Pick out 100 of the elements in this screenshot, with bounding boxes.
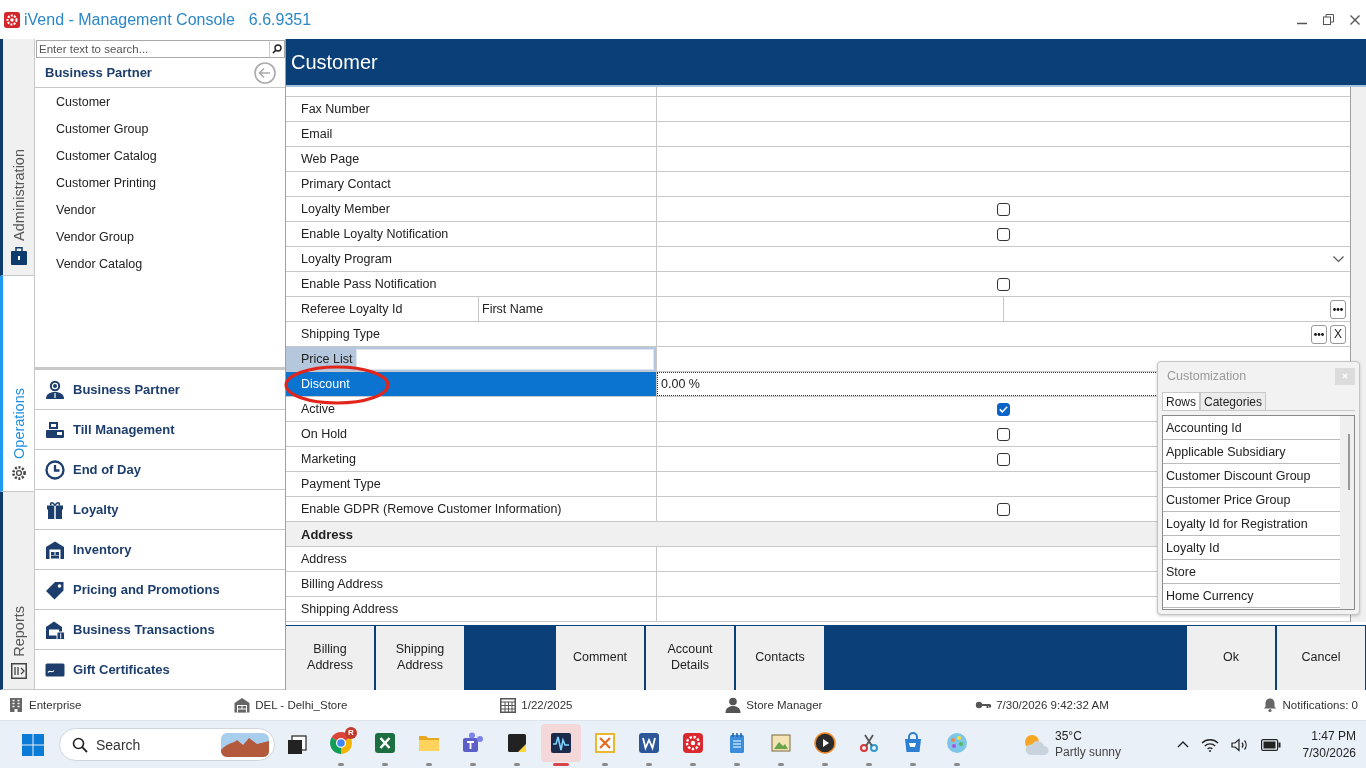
play-icon — [813, 730, 837, 755]
checkbox[interactable] — [997, 402, 1010, 416]
action-button[interactable]: Shipping Address — [376, 626, 464, 690]
label-cell[interactable]: Discount — [286, 372, 657, 396]
label-cell[interactable]: Address — [286, 547, 657, 571]
clear-button[interactable]: X — [1330, 324, 1346, 344]
side-tab[interactable]: Administration — [0, 39, 35, 276]
label-cell[interactable]: Referee Loyalty Id First Name — [286, 297, 657, 321]
start-icon[interactable] — [22, 733, 44, 756]
gear-icon — [4, 11, 20, 28]
action-button[interactable]: Ok — [1187, 626, 1275, 690]
person-icon — [725, 697, 742, 713]
scrollbar-thumb[interactable] — [1348, 434, 1350, 490]
label-cell[interactable]: Shipping Type — [286, 322, 657, 346]
tools-icon — [593, 730, 617, 755]
label-cell[interactable]: Enable Pass Notification — [286, 272, 657, 296]
side-tab[interactable]: Reports — [0, 492, 35, 690]
field-label: Price List — [301, 352, 353, 366]
status-text: DEL - Delhi_Store — [255, 699, 348, 711]
label-cell[interactable]: Billing Address — [286, 572, 657, 596]
label-cell[interactable]: Email — [286, 122, 657, 146]
checkbox[interactable] — [997, 277, 1010, 291]
battery-icon[interactable] — [1260, 738, 1281, 751]
palette-icon — [945, 730, 969, 755]
label-cell[interactable]: Primary Contact — [286, 172, 657, 196]
clock-time[interactable]: 1:47 PM — [1311, 727, 1356, 745]
menu-item[interactable]: Vendor — [35, 196, 96, 223]
checkbox[interactable] — [997, 452, 1010, 466]
search-button[interactable] — [269, 40, 285, 58]
field-label: Marketing — [301, 452, 356, 466]
calendar-icon — [500, 697, 517, 713]
more-button[interactable] — [1311, 324, 1327, 344]
menu-item[interactable]: Vendor Group — [35, 223, 134, 250]
restore-icon[interactable] — [1323, 14, 1334, 25]
label-cell[interactable]: Payment Type — [286, 472, 657, 496]
weather-condition: Partly sunny — [1055, 744, 1122, 761]
taskbar-button[interactable]: R — [321, 723, 361, 762]
field-label: Primary Contact — [301, 177, 391, 191]
side-tab[interactable]: Operations — [0, 276, 35, 492]
action-button[interactable]: Billing Address — [286, 626, 374, 690]
taskbar-button[interactable] — [541, 723, 581, 762]
label-cell[interactable]: Marketing — [286, 447, 657, 471]
close-icon[interactable] — [1350, 14, 1360, 25]
action-button[interactable]: Cancel — [1277, 626, 1365, 690]
checkbox[interactable] — [997, 202, 1010, 216]
field-label: Enable GDPR (Remove Customer Information) — [301, 502, 562, 516]
field-label: Email — [301, 127, 333, 141]
status-text: Notifications: 0 — [1282, 699, 1358, 711]
label-cell[interactable]: Shipping Address — [286, 597, 657, 621]
search-icon — [272, 44, 282, 54]
label-cell[interactable]: Enable Loyalty Notification — [286, 222, 657, 246]
ellipsis-icon — [1333, 307, 1343, 311]
search-bar[interactable]: Search — [59, 728, 275, 761]
wifi-icon[interactable] — [1200, 737, 1219, 752]
field-label: Shipping Address — [301, 602, 399, 616]
action-button[interactable]: Contacts — [736, 626, 824, 690]
chevron-up-icon[interactable] — [1176, 741, 1189, 748]
page-title: Customer — [291, 50, 378, 74]
label-cell[interactable]: On Hold — [286, 422, 657, 446]
gift-icon — [45, 499, 65, 520]
task-view-icon[interactable] — [286, 733, 308, 756]
label-cell[interactable]: Loyalty Program — [286, 247, 657, 271]
checkbox[interactable] — [997, 227, 1010, 241]
window-title: iVend - Management Console — [24, 10, 235, 29]
field-label: Payment Type — [301, 477, 381, 491]
clock-date[interactable]: 7/30/2026 — [1302, 744, 1356, 762]
ellipsis-icon — [1314, 332, 1324, 336]
chevron-down-icon[interactable] — [1333, 255, 1344, 263]
label-cell[interactable]: Price List — [286, 347, 657, 371]
menu-item[interactable]: Customer — [35, 88, 111, 115]
menu-item[interactable]: Customer Group — [35, 115, 149, 142]
bell-icon — [1261, 697, 1278, 713]
search-field[interactable]: Enter text to search... — [36, 40, 269, 58]
checkbox[interactable] — [997, 427, 1010, 441]
input-field[interactable] — [356, 349, 654, 370]
label-cell[interactable]: Loyalty Member — [286, 197, 657, 221]
tab[interactable]: Rows — [1162, 392, 1200, 410]
search-field[interactable]: Search — [96, 736, 213, 753]
lookup-field[interactable]: X — [657, 322, 1350, 346]
action-button[interactable]: Comment — [556, 626, 644, 690]
building-icon — [45, 619, 65, 640]
label-cell[interactable]: Enable GDPR (Remove Customer Information) — [286, 497, 657, 521]
menu-item[interactable]: Vendor Catalog — [35, 250, 143, 277]
action-button[interactable]: Account Details — [646, 626, 734, 690]
label-cell[interactable]: Fax Number — [286, 97, 657, 121]
speaker-icon[interactable] — [1230, 737, 1249, 752]
more-button[interactable] — [1330, 299, 1346, 319]
status-text: 7/30/2026 9:42:32 AM — [996, 699, 1109, 711]
status-text: Enterprise — [29, 699, 82, 711]
waveform-icon — [549, 730, 573, 755]
status-text: Store Manager — [746, 699, 823, 711]
field-label: First Name — [478, 297, 656, 321]
label-cell[interactable]: Web Page — [286, 147, 657, 171]
checkbox[interactable] — [997, 502, 1010, 516]
check-icon — [999, 405, 1008, 413]
tab[interactable]: Categories — [1200, 392, 1267, 410]
label-cell[interactable]: Active — [286, 397, 657, 421]
menu-item[interactable]: Customer Catalog — [35, 142, 157, 169]
menu-item[interactable]: Customer Printing — [35, 169, 157, 196]
report-icon — [10, 663, 27, 679]
